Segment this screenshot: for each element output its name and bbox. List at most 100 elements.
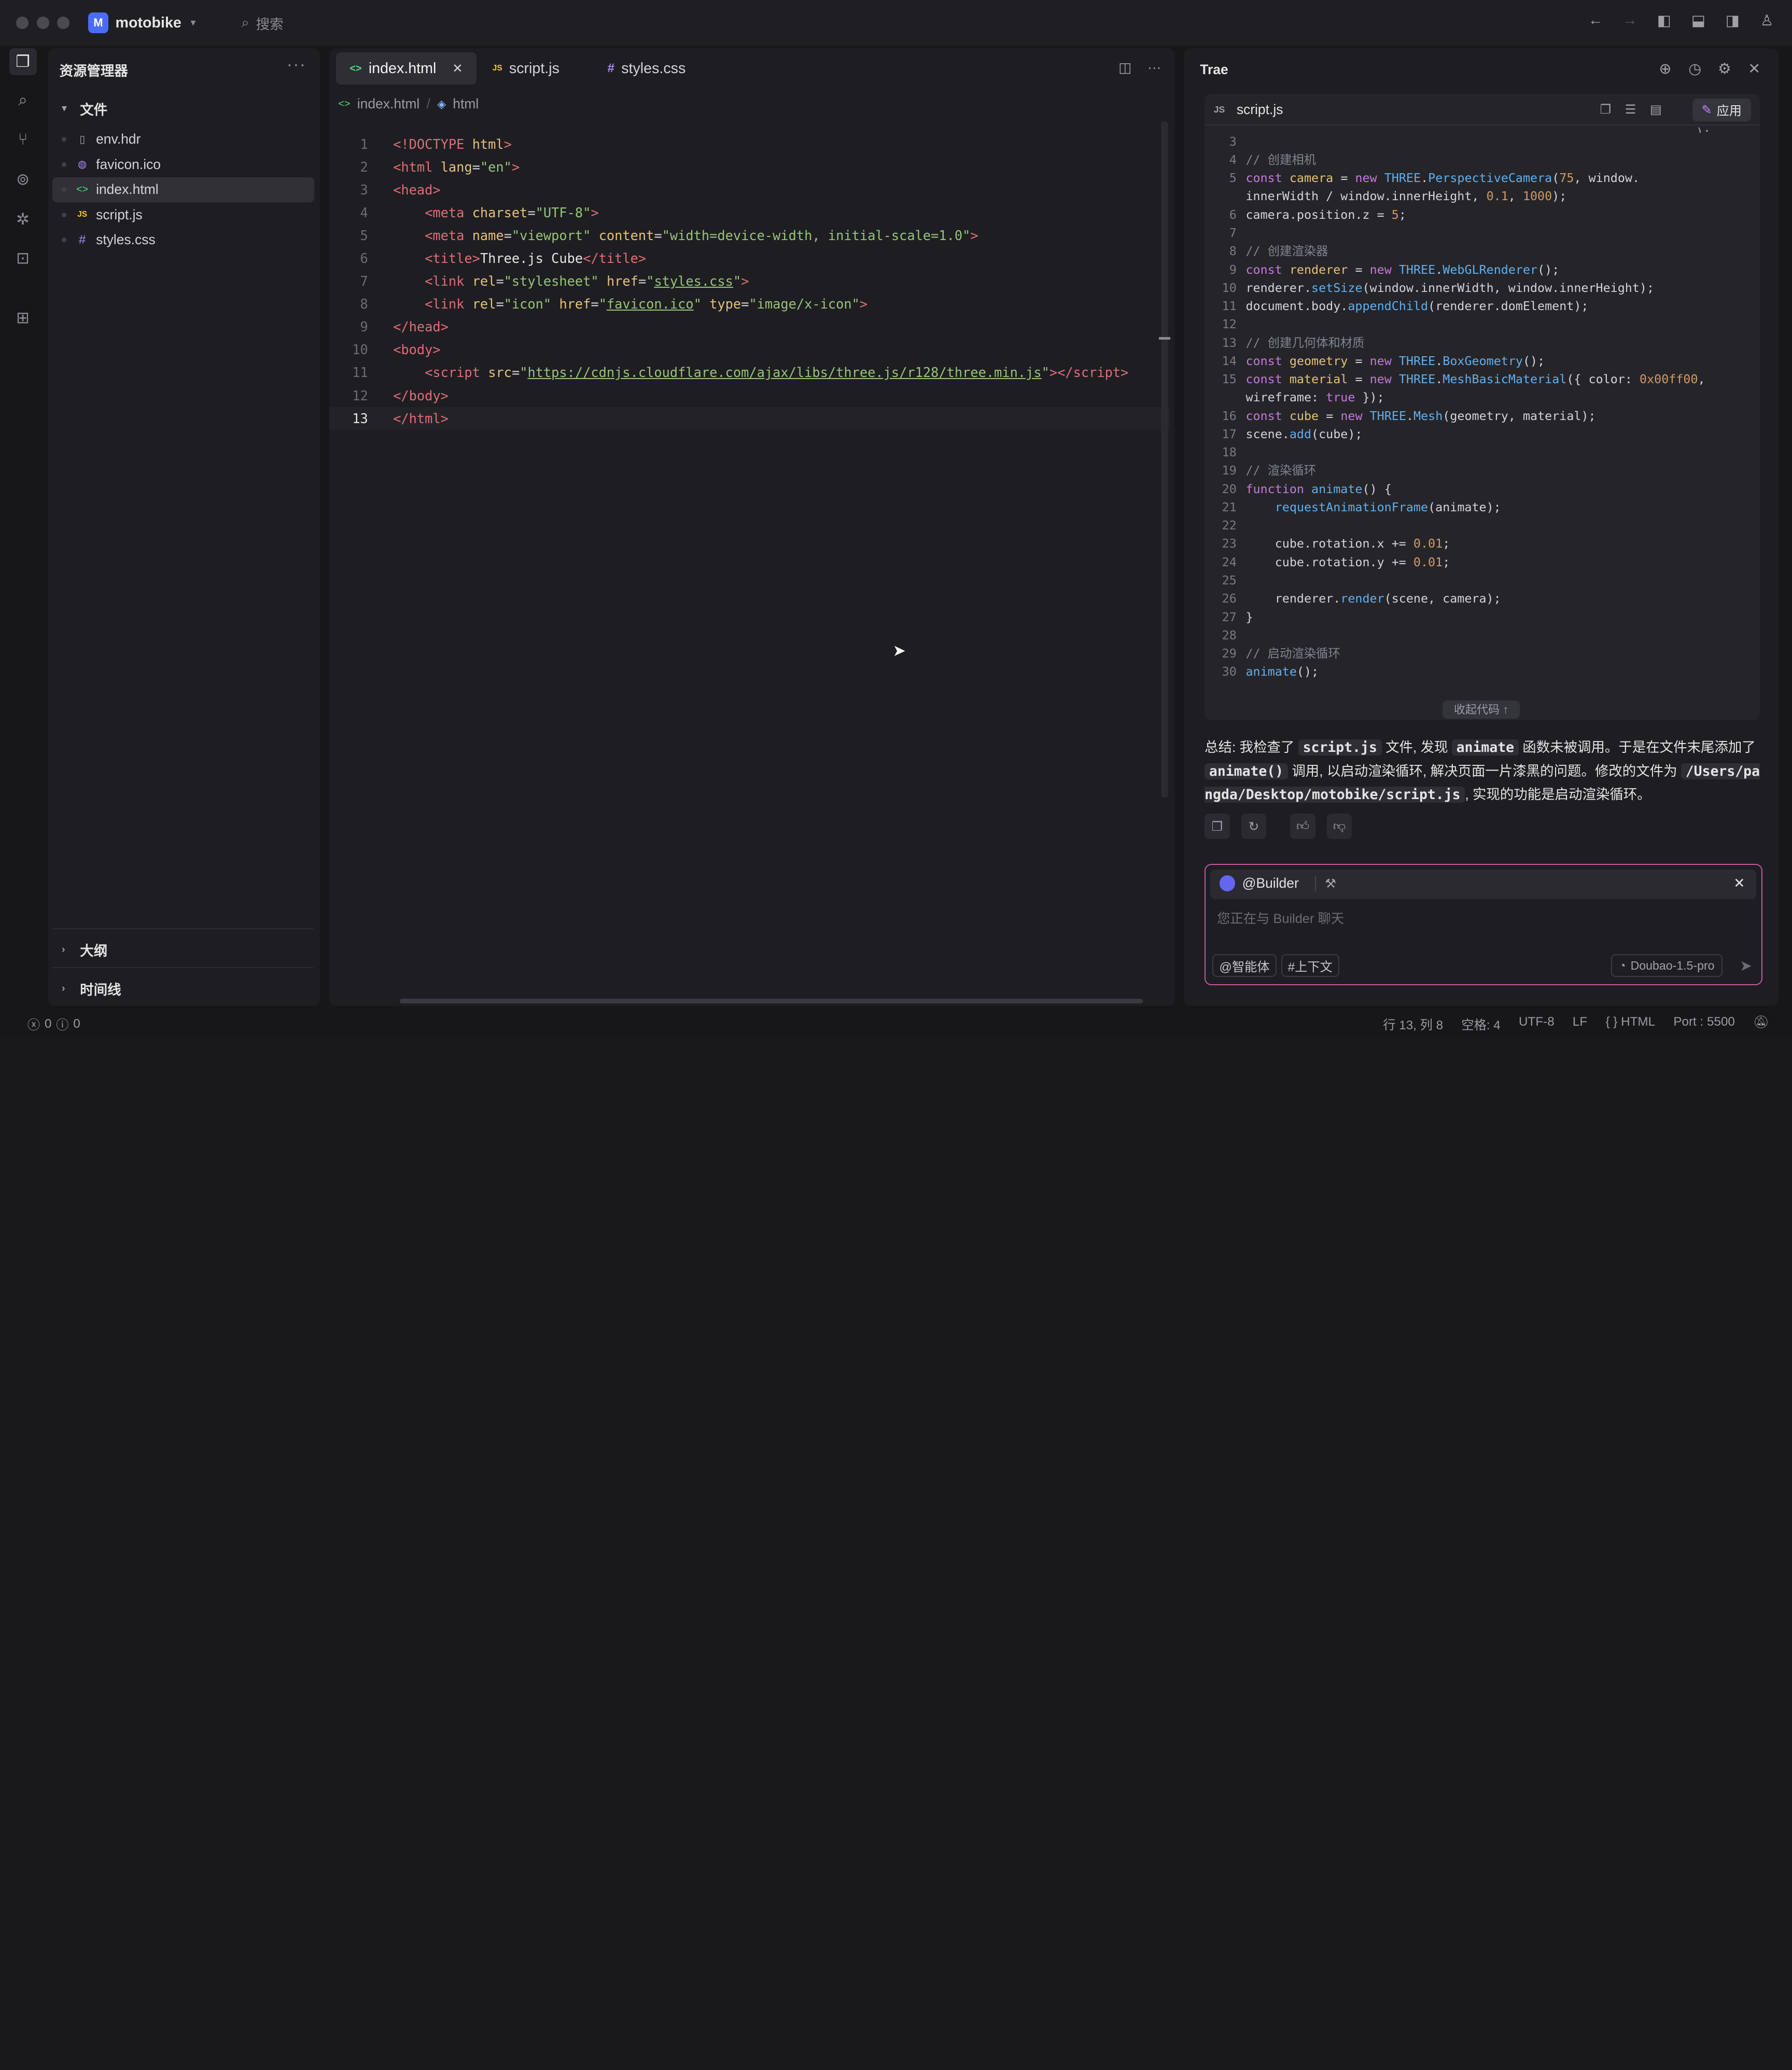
- collapse-code-button[interactable]: 收起代码 ↑: [1442, 701, 1520, 719]
- tab-script-js[interactable]: JS script.js: [479, 52, 573, 85]
- horizontal-scrollbar[interactable]: [400, 999, 1143, 1004]
- apply-button[interactable]: ✎ 应用: [1692, 98, 1751, 121]
- code-line: 6 <title>Three.js Cube</title>: [360, 250, 647, 267]
- close-window-button[interactable]: [16, 16, 29, 30]
- panel-title: Trae: [1200, 62, 1228, 77]
- project-switcher[interactable]: M motobike ▾: [88, 12, 196, 33]
- debug-icon[interactable]: ✲: [9, 206, 37, 233]
- cursor-position[interactable]: 行 13, 列 8: [1383, 1015, 1443, 1033]
- css-icon: #: [78, 232, 86, 247]
- chevron-down-icon: ▾: [190, 17, 196, 29]
- back-arrow-icon[interactable]: ←: [1586, 12, 1604, 29]
- global-search[interactable]: ⌕ 搜索: [242, 13, 284, 33]
- close-icon[interactable]: ✕: [1746, 60, 1762, 78]
- status-bar: ⓧ 0 ⓘ 0 行 13, 列 8 空格: 4 UTF-8 LF { } HTM…: [0, 1010, 1792, 1036]
- agent-chip[interactable]: @智能体: [1212, 954, 1277, 977]
- chevron-right-icon: ›: [62, 943, 65, 955]
- tab-styles-css[interactable]: # styles.css: [594, 52, 699, 85]
- timeline-section-header[interactable]: › 时间线: [62, 978, 121, 999]
- title-bar: M motobike ▾ ⌕ 搜索 ← → ◧ ⬓ ◨ ♙: [0, 0, 1792, 46]
- copy-icon[interactable]: ❐: [1600, 102, 1612, 117]
- summary-text: , 实现的功能是启动渲染循环。: [1465, 786, 1651, 802]
- split-editor-icon[interactable]: ◫: [1118, 60, 1131, 76]
- files-section-header[interactable]: ▾ 文件: [62, 99, 107, 119]
- chat-input[interactable]: 您正在与 Builder 聊天: [1217, 908, 1344, 927]
- vertical-scrollbar[interactable]: [1161, 121, 1168, 798]
- warning-count: 0: [73, 1016, 80, 1031]
- more-icon[interactable]: ···: [287, 55, 306, 74]
- more-icon[interactable]: ···: [1147, 60, 1161, 76]
- toggle-bottom-panel-icon[interactable]: ⬓: [1689, 11, 1707, 30]
- new-file-icon[interactable]: ▤: [1650, 102, 1662, 117]
- regenerate-icon[interactable]: ↻: [1241, 814, 1267, 839]
- html-icon: <>: [349, 62, 362, 74]
- forward-arrow-icon[interactable]: →: [1621, 12, 1639, 29]
- code-line-current: 13 </html>: [329, 407, 1170, 430]
- timeline-section-label: 时间线: [80, 982, 121, 998]
- project-avatar: M: [88, 12, 109, 33]
- breadcrumb-element[interactable]: html: [453, 96, 479, 112]
- indentation[interactable]: 空格: 4: [1461, 1015, 1500, 1033]
- file-item-env[interactable]: ▯ env.hdr: [52, 127, 314, 152]
- explorer-panel: 资源管理器 ··· ▾ 文件 ▯ env.hdr ◍ favicon.ico <…: [48, 48, 320, 1006]
- explorer-title: 资源管理器: [59, 63, 128, 79]
- search-icon[interactable]: ⌕: [9, 87, 37, 115]
- outline-section-header[interactable]: › 大纲: [62, 940, 107, 960]
- encoding[interactable]: UTF-8: [1519, 1015, 1555, 1033]
- code-line: 3 <head>: [360, 181, 441, 198]
- notifications-icon[interactable]: 🔕︎: [1753, 1015, 1769, 1033]
- new-chat-icon[interactable]: ⊕: [1657, 60, 1673, 78]
- file-item-index-html[interactable]: <> index.html: [52, 177, 315, 203]
- account-icon[interactable]: ♙: [1758, 11, 1776, 30]
- file-item-script-js[interactable]: JS script.js: [52, 202, 314, 227]
- chat-agent-bar: @Builder ⚒ ✕: [1210, 870, 1757, 900]
- problems-indicator[interactable]: ⓧ 0 ⓘ 0: [27, 1015, 80, 1033]
- minimize-window-button[interactable]: [36, 16, 49, 30]
- model-name: Doubao-1.5-pro: [1630, 958, 1715, 972]
- thumbs-up-icon[interactable]: 👍︎: [1290, 814, 1315, 839]
- breadcrumb-file[interactable]: index.html: [357, 96, 420, 112]
- agent-selector[interactable]: @Builder ⚒: [1219, 875, 1336, 892]
- close-icon[interactable]: ✕: [1733, 875, 1745, 891]
- code-card-filename: script.js: [1236, 102, 1283, 118]
- thumbs-down-icon[interactable]: 👎︎: [1326, 814, 1352, 839]
- toggle-right-panel-icon[interactable]: ◨: [1724, 11, 1742, 30]
- panel-actions: ⊕ ◷ ⚙ ✕: [1657, 60, 1762, 78]
- chevron-down-icon: ▾: [62, 103, 67, 115]
- history-icon[interactable]: ◷: [1687, 60, 1703, 78]
- extensions-icon[interactable]: ⊞: [9, 304, 37, 331]
- source-control-icon[interactable]: ⑂: [9, 125, 37, 153]
- context-chip[interactable]: #上下文: [1281, 954, 1339, 977]
- code-line: 1 <!DOCTYPE html>: [360, 136, 512, 152]
- warning-icon: ⓘ: [56, 1018, 69, 1033]
- maximize-window-button[interactable]: [57, 16, 70, 30]
- gear-icon[interactable]: ⚙: [1717, 60, 1733, 78]
- terminal-icon[interactable]: ⊡: [9, 245, 37, 272]
- editor-group: <> index.html ✕ JS script.js # styles.cs…: [329, 48, 1175, 1006]
- send-icon[interactable]: ➤: [1740, 957, 1752, 975]
- file-name: script.js: [96, 206, 143, 222]
- html-icon: <>: [76, 184, 89, 195]
- copy-icon[interactable]: ❐: [1205, 814, 1230, 839]
- code-line: 9 </head>: [360, 319, 449, 335]
- editor-actions: ◫ ···: [1118, 60, 1161, 76]
- tab-index-html[interactable]: <> index.html ✕: [335, 52, 477, 85]
- insert-icon[interactable]: ☰: [1625, 102, 1636, 117]
- error-icon: ⓧ: [27, 1018, 40, 1033]
- line-ending[interactable]: LF: [1573, 1015, 1587, 1033]
- file-item-favicon[interactable]: ◍ favicon.ico: [52, 152, 314, 177]
- code-line: 7 <link rel="stylesheet" href="styles.cs…: [360, 273, 749, 289]
- file-item-styles-css[interactable]: # styles.css: [52, 228, 314, 253]
- code-line: 11 <script src="https://cdnjs.cloudflare…: [352, 365, 1129, 381]
- toggle-left-panel-icon[interactable]: ◧: [1655, 11, 1673, 30]
- model-selector[interactable]: ◔ Doubao-1.5-pro: [1611, 954, 1723, 977]
- language-mode[interactable]: { } HTML: [1605, 1015, 1655, 1033]
- live-server-port[interactable]: Port : 5500: [1673, 1015, 1735, 1033]
- remote-icon[interactable]: ⊚: [9, 166, 37, 193]
- code-line: 8 <link rel="icon" href="favicon.ico" ty…: [360, 296, 868, 312]
- explorer-icon[interactable]: ❐: [9, 48, 37, 76]
- tool-icon[interactable]: ⚒: [1314, 875, 1336, 891]
- inline-code: animate: [1451, 739, 1519, 756]
- trae-assistant-panel: Trae ⊕ ◷ ⚙ ✕ JS script.js ❐ ☰ ▤ ✎ 应用); …: [1184, 48, 1779, 1006]
- close-icon[interactable]: ✕: [452, 61, 463, 76]
